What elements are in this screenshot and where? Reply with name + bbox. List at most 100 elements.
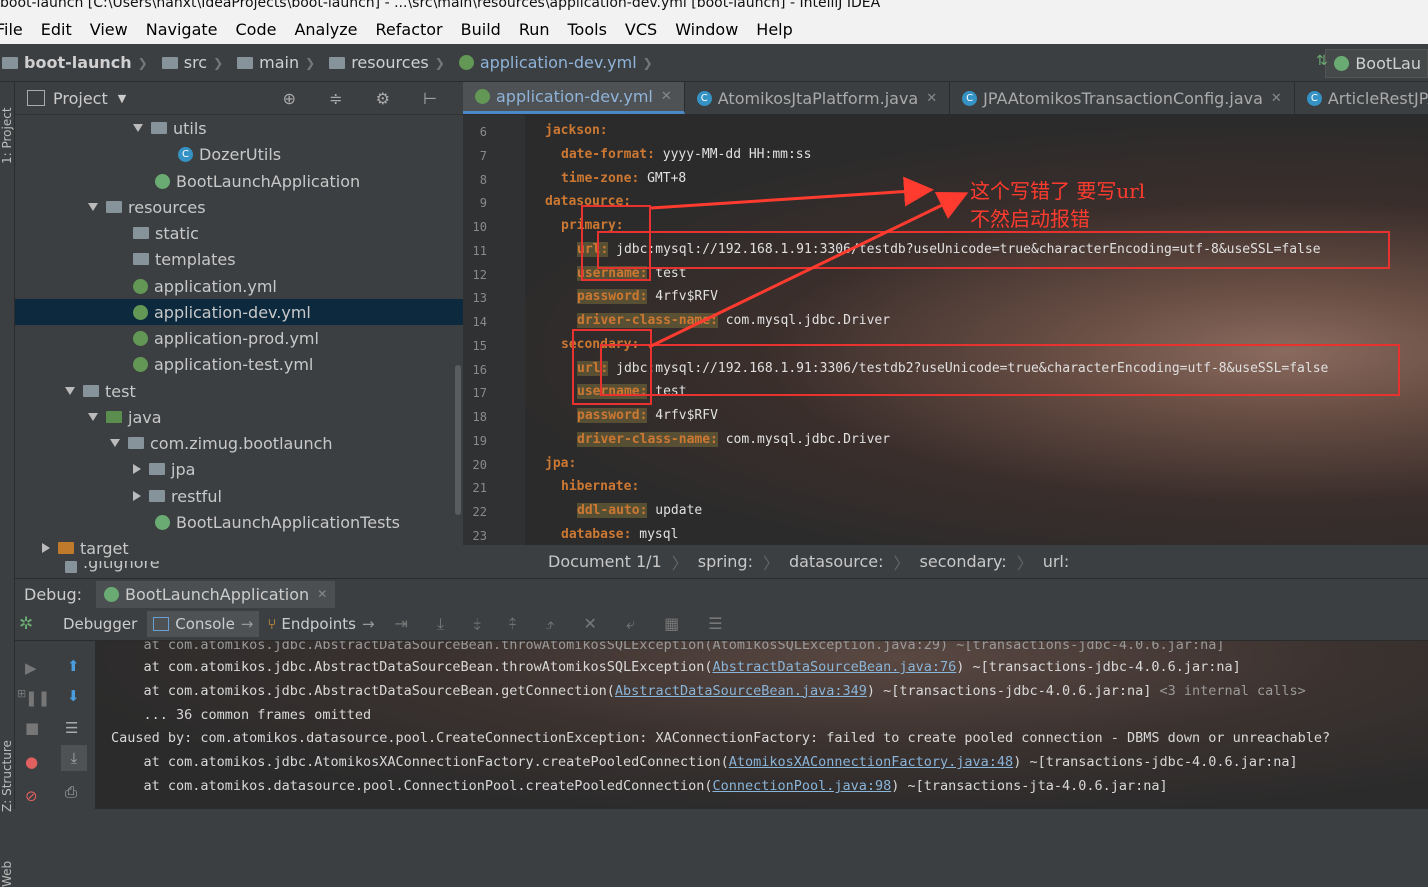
menu-build[interactable]: Build [452,20,510,39]
stacktrace-link[interactable]: AbstractDataSourceBean.java:76 [712,659,956,675]
soft-wrap-icon[interactable]: ☰ [65,719,78,737]
menu-code[interactable]: Code [227,20,286,39]
expand-arrow-icon[interactable] [133,124,143,132]
menu-help[interactable]: Help [747,20,801,39]
close-icon[interactable]: ✕ [317,587,327,601]
tree-item-restful[interactable]: restful [133,483,222,509]
nav-crumb-file[interactable]: application-dev.yml ❯ [458,53,659,72]
project-panel-title[interactable]: Project [53,89,108,108]
expand-arrow-icon[interactable] [110,439,120,447]
editor-breadcrumb: Document 1/1 〉 spring: 〉 datasource: 〉 seco… [463,545,1428,578]
run-config-selector[interactable]: BootLau [1325,49,1428,78]
project-toolbar-icons[interactable]: ⊕ ≑ ⚙ ⊢ [283,89,451,108]
folder-icon [237,56,254,69]
tree-item-bootlaunchapplicationtests[interactable]: BootLaunchApplicationTests [155,509,400,535]
menu-vcs[interactable]: VCS [616,20,666,39]
tab-application-dev-yml[interactable]: application-dev.yml ✕ [463,82,685,114]
tree-item-application-yml[interactable]: application.yml [133,273,277,299]
tab-atomikosjtaplatform[interactable]: C AtomikosJtaPlatform.java ✕ [685,82,951,114]
tree-item-application-dev-yml[interactable]: application-dev.yml [15,299,463,325]
scroll-to-end-icon[interactable]: ⤓ [61,745,87,771]
stacktrace-link[interactable]: AbstractDataSourceBean.java:349 [615,683,867,699]
tree-item-utils[interactable]: utils [133,115,207,141]
nav-crumb-src[interactable]: src ❯ [161,53,229,72]
console-line: at com.atomikos.jdbc.AbstractDataSourceB… [111,659,1241,675]
tab-articlerestjpaservice[interactable]: C ArticleRestJPAService [1295,82,1428,114]
tree-item-static[interactable]: static [133,220,199,246]
arrow-down-icon[interactable]: ⬇ [67,687,80,705]
menu-run[interactable]: Run [510,20,559,39]
breadcrumb-secondary[interactable]: secondary: [920,552,1007,571]
menu-window[interactable]: Window [666,20,747,39]
tree-scrollbar[interactable] [455,365,461,515]
stop-icon[interactable]: ■ [25,719,39,737]
project-panel-header: Project ▼ ⊕ ≑ ⚙ ⊢ [15,82,463,115]
tree-item-bootlaunchapplication[interactable]: BootLaunchApplication [155,168,360,194]
tree-item-label: application-test.yml [154,354,314,374]
menu-refactor[interactable]: Refactor [367,20,452,39]
console-output[interactable]: at com.atomikos.jdbc.AbstractDataSourceB… [95,641,1428,809]
step-actions-toolbar[interactable]: ⇥ ⤓ ⤈ ⤉ ⤴ ✕ ⤶ ▦ ☰ [395,614,735,634]
nav-crumb-project[interactable]: boot-launch ❯ [2,53,154,72]
expand-arrow-icon[interactable] [88,413,98,421]
collapse-arrow-icon[interactable] [133,464,141,474]
console-text: ) ~[transactions-jdbc-4.0.6.jar:na] [866,682,1160,699]
tree-item-label: target [80,538,129,558]
menu-analyze[interactable]: Analyze [285,20,366,39]
close-icon[interactable]: ✕ [1271,91,1282,106]
tree-item-java[interactable]: java [88,404,162,430]
nav-crumb-label: resources [351,53,429,72]
close-icon[interactable]: ✕ [926,91,937,106]
code-editor[interactable]: 6 jackson: 7 date-format: yyyy-MM-dd HH:mm:… [463,115,1428,545]
breakpoints-icon[interactable]: ● [25,753,38,771]
tree-item-dozerutils[interactable]: C DozerUtils [178,141,281,167]
expand-arrow-icon[interactable] [88,203,98,211]
debug-session-tab[interactable]: BootLaunchApplication ✕ [96,580,336,608]
tab-console[interactable]: Console → [147,611,260,637]
tree-item-resources[interactable]: resources [88,194,206,220]
close-icon[interactable]: ✕ [661,89,672,104]
expand-arrow-icon[interactable] [65,387,75,395]
internal-calls-fold[interactable]: <3 internal calls> [1160,683,1306,699]
tab-jpaatomikostransactionconfig[interactable]: C JPAAtomikosTransactionConfig.java ✕ [950,82,1295,114]
menu-tools[interactable]: Tools [559,20,616,39]
chevron-down-icon[interactable]: ▼ [118,92,126,105]
tree-item-test[interactable]: test [65,378,136,404]
project-tool-button[interactable]: 1: Project [0,107,14,164]
arrow-up-icon[interactable]: ⬆ [67,657,80,675]
tree-item-application-test-yml[interactable]: application-test.yml [133,351,313,377]
stacktrace-link[interactable]: AtomikosXAConnectionFactory.java:48 [729,754,1013,770]
collapse-arrow-icon[interactable] [42,543,50,553]
nav-crumb-main[interactable]: main ❯ [237,53,321,72]
print-icon[interactable]: ⎙ [65,783,77,801]
expand-icon[interactable]: ⊞ [17,687,26,700]
console-line-clipped: at com.atomikos.jdbc.AbstractDataSourceB… [111,641,1225,653]
breadcrumb-datasource[interactable]: datasource: [789,552,884,571]
tree-item-target[interactable]: target [42,535,129,561]
collapse-arrow-icon[interactable] [133,491,141,501]
tree-item-gitignore[interactable]: .gitignore [65,561,160,575]
resume-icon[interactable]: ▶ [25,659,37,677]
tree-item-templates[interactable]: templates [133,246,236,272]
web-tool-button[interactable]: Web [0,861,14,887]
mute-breakpoints-icon[interactable]: ⊘ [25,787,38,805]
menu-edit[interactable]: Edit [32,20,81,39]
tree-item-application-prod-yml[interactable]: application-prod.yml [133,325,319,351]
structure-tool-button[interactable]: Z: Structure [0,740,14,812]
tree-item-com-zimug-bootlaunch[interactable]: com.zimug.bootlaunch [110,430,333,456]
vcs-update-icon[interactable]: ⇅ [1316,53,1328,69]
tree-item-label: utils [173,118,207,138]
breadcrumb-spring[interactable]: spring: [698,552,753,571]
menu-file[interactable]: File [0,20,32,39]
breadcrumb-url[interactable]: url: [1043,552,1070,571]
editor-tabs: application-dev.yml ✕ C AtomikosJtaPlatfor… [463,82,1428,115]
breadcrumb-document[interactable]: Document 1/1 [548,552,662,571]
nav-crumb-resources[interactable]: resources ❯ [329,53,451,72]
menu-navigate[interactable]: Navigate [137,20,227,39]
tree-item-jpa[interactable]: jpa [133,456,195,482]
pause-icon[interactable]: ❚❚ [25,689,50,707]
stacktrace-link[interactable]: ConnectionPool.java:98 [712,778,891,794]
menu-view[interactable]: View [81,20,137,39]
tab-endpoints[interactable]: ⑂ Endpoints → [267,615,374,633]
tab-debugger[interactable]: Debugger [63,615,137,633]
